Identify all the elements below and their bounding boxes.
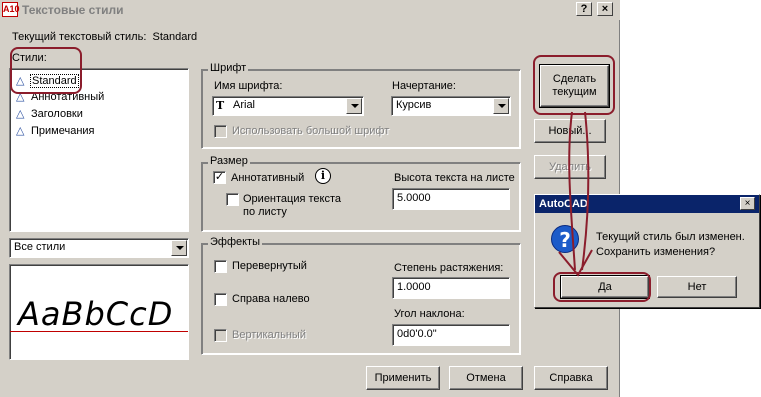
annotative-style-icon: △ bbox=[16, 125, 25, 137]
annotative-label: Аннотативный bbox=[231, 172, 305, 184]
font-style-label: Начертание: bbox=[392, 80, 456, 92]
font-name-label: Имя шрифта: bbox=[214, 80, 283, 92]
list-item-standard[interactable]: △ Standard bbox=[16, 73, 79, 89]
info-icon[interactable]: i bbox=[315, 168, 331, 184]
width-factor-input[interactable]: 1.0000 bbox=[392, 277, 510, 299]
preview-baseline bbox=[10, 331, 188, 332]
new-style-button[interactable]: Новый... bbox=[534, 119, 606, 143]
help-title-button[interactable]: ? bbox=[576, 2, 592, 16]
upside-down-checkbox[interactable] bbox=[214, 260, 227, 273]
dialog-title: Текстовые стили bbox=[22, 3, 124, 17]
message-box-title[interactable]: AutoCAD bbox=[535, 195, 759, 213]
preview-sample-text: AaBbCcD bbox=[18, 295, 174, 333]
annotative-style-icon: △ bbox=[16, 108, 25, 120]
paper-orientation-label-line2: по листу bbox=[243, 206, 287, 218]
styles-list[interactable]: △ Standard △ Аннотативный △ Заголовки △ Прим… bbox=[9, 68, 189, 232]
oblique-angle-input[interactable]: 0d0'0.0" bbox=[392, 324, 510, 346]
text-style-dialog: A10 Текстовые стили ? × Текущий текстовы… bbox=[0, 0, 620, 397]
paper-orientation-label-line1: Ориентация текста bbox=[243, 193, 342, 205]
current-style-value: Standard bbox=[152, 31, 198, 43]
chevron-down-icon[interactable] bbox=[171, 240, 187, 256]
big-font-checkbox[interactable] bbox=[214, 125, 227, 138]
close-icon[interactable]: × bbox=[740, 197, 755, 210]
list-item-notes[interactable]: △ Примечания bbox=[16, 123, 96, 139]
close-title-button[interactable]: × bbox=[597, 2, 613, 16]
help-button[interactable]: Справка bbox=[534, 366, 608, 390]
chevron-down-icon[interactable] bbox=[493, 98, 509, 114]
autocad-message-box: AutoCAD × ? Текущий стиль был изменен. С… bbox=[534, 194, 760, 308]
dialog-titlebar[interactable]: A10 Текстовые стили ? × bbox=[0, 0, 620, 20]
vertical-checkbox[interactable] bbox=[214, 329, 227, 342]
paper-orientation-checkbox[interactable] bbox=[226, 193, 239, 206]
backwards-checkbox[interactable] bbox=[214, 293, 227, 306]
width-factor-label: Степень растяжения: bbox=[394, 262, 504, 274]
list-item-annotative[interactable]: △ Аннотативный bbox=[16, 89, 105, 105]
text-style-icon: △ bbox=[16, 75, 25, 87]
autocad-logo-icon: A10 bbox=[2, 2, 20, 17]
question-icon: ? bbox=[551, 225, 579, 253]
font-style-select[interactable]: Курсив bbox=[391, 96, 511, 116]
annotative-checkbox[interactable]: ✓ bbox=[213, 171, 226, 184]
cancel-button[interactable]: Отмена bbox=[449, 366, 523, 390]
truetype-font-icon: T bbox=[216, 99, 225, 112]
paper-height-input[interactable]: 5.0000 bbox=[392, 188, 510, 210]
message-line-2: Сохранить изменения? bbox=[596, 246, 716, 258]
styles-filter-select[interactable]: Все стили bbox=[9, 238, 189, 258]
delete-style-button[interactable]: Удалить bbox=[534, 155, 606, 179]
set-current-button[interactable]: Сделать текущим bbox=[539, 64, 610, 108]
current-style-label: Текущий текстовый стиль: Standard bbox=[12, 31, 198, 43]
oblique-angle-label: Угол наклона: bbox=[394, 308, 465, 320]
upside-down-label: Перевернутый bbox=[232, 260, 307, 272]
font-name-select[interactable]: T Arial bbox=[212, 96, 364, 116]
style-preview: AaBbCcD bbox=[9, 264, 189, 360]
big-font-label: Использовать большой шрифт bbox=[232, 125, 390, 137]
chevron-down-icon[interactable] bbox=[346, 98, 362, 114]
no-button[interactable]: Нет bbox=[657, 276, 737, 298]
annotative-style-icon: △ bbox=[16, 91, 25, 103]
vertical-label: Вертикальный bbox=[232, 329, 306, 341]
message-line-1: Текущий стиль был изменен. bbox=[596, 231, 745, 243]
apply-button[interactable]: Применить bbox=[366, 366, 440, 390]
backwards-label: Справа налево bbox=[232, 293, 310, 305]
yes-button[interactable]: Да bbox=[560, 275, 650, 299]
paper-height-label: Высота текста на листе bbox=[394, 172, 515, 184]
styles-label: Стили: bbox=[12, 52, 47, 64]
list-item-headings[interactable]: △ Заголовки bbox=[16, 106, 84, 122]
